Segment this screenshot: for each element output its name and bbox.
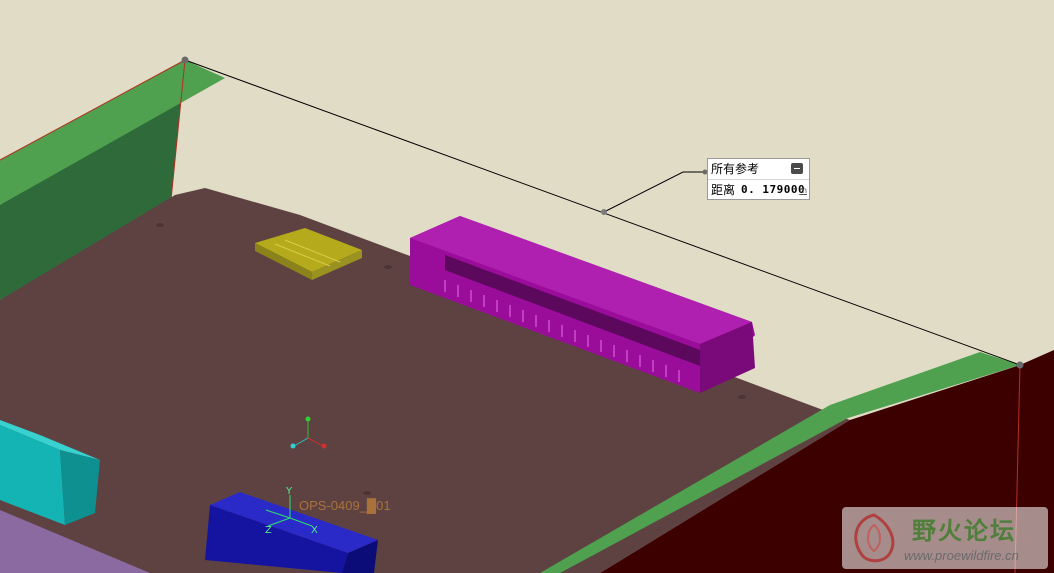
callout-value-row: 距离 0. 179000 m bbox=[708, 180, 809, 200]
mount-hole bbox=[156, 223, 164, 227]
axis-label-y: Y bbox=[285, 486, 293, 497]
distance-label: 距离 bbox=[711, 183, 736, 197]
measure-point[interactable] bbox=[181, 56, 189, 64]
mount-hole bbox=[384, 265, 392, 269]
part-name-label: OPS-0409_█01 bbox=[299, 498, 391, 513]
callout-leader bbox=[603, 171, 707, 213]
axis-label-x: X bbox=[311, 525, 318, 536]
axis-label-z: Z bbox=[265, 525, 272, 536]
mount-hole bbox=[738, 395, 746, 399]
watermark-title: 野火论坛 bbox=[912, 517, 1016, 545]
forum-watermark: 野火论坛 www.proewildfire.cn bbox=[842, 507, 1048, 569]
model-scene[interactable]: Y Z X bbox=[0, 0, 1054, 573]
watermark-url: www.proewildfire.cn bbox=[904, 548, 1019, 563]
flame-logo-icon bbox=[854, 513, 895, 563]
distance-value: 0. 179000 bbox=[741, 183, 806, 196]
measurement-callout[interactable]: 所有参考 距离 0. 179000 m bbox=[707, 158, 810, 200]
cad-3d-viewport[interactable]: Y Z X 所有参考 距离 0. 179000 m OPS-0409_█01 野… bbox=[0, 0, 1054, 573]
collapse-icon[interactable] bbox=[791, 163, 803, 174]
measure-point[interactable] bbox=[1016, 361, 1024, 369]
unit-mark: m bbox=[799, 186, 807, 195]
callout-title: 所有参考 bbox=[711, 162, 760, 176]
measure-midpoint bbox=[601, 209, 607, 215]
mount-hole bbox=[363, 491, 371, 495]
callout-title-row: 所有参考 bbox=[708, 159, 809, 180]
